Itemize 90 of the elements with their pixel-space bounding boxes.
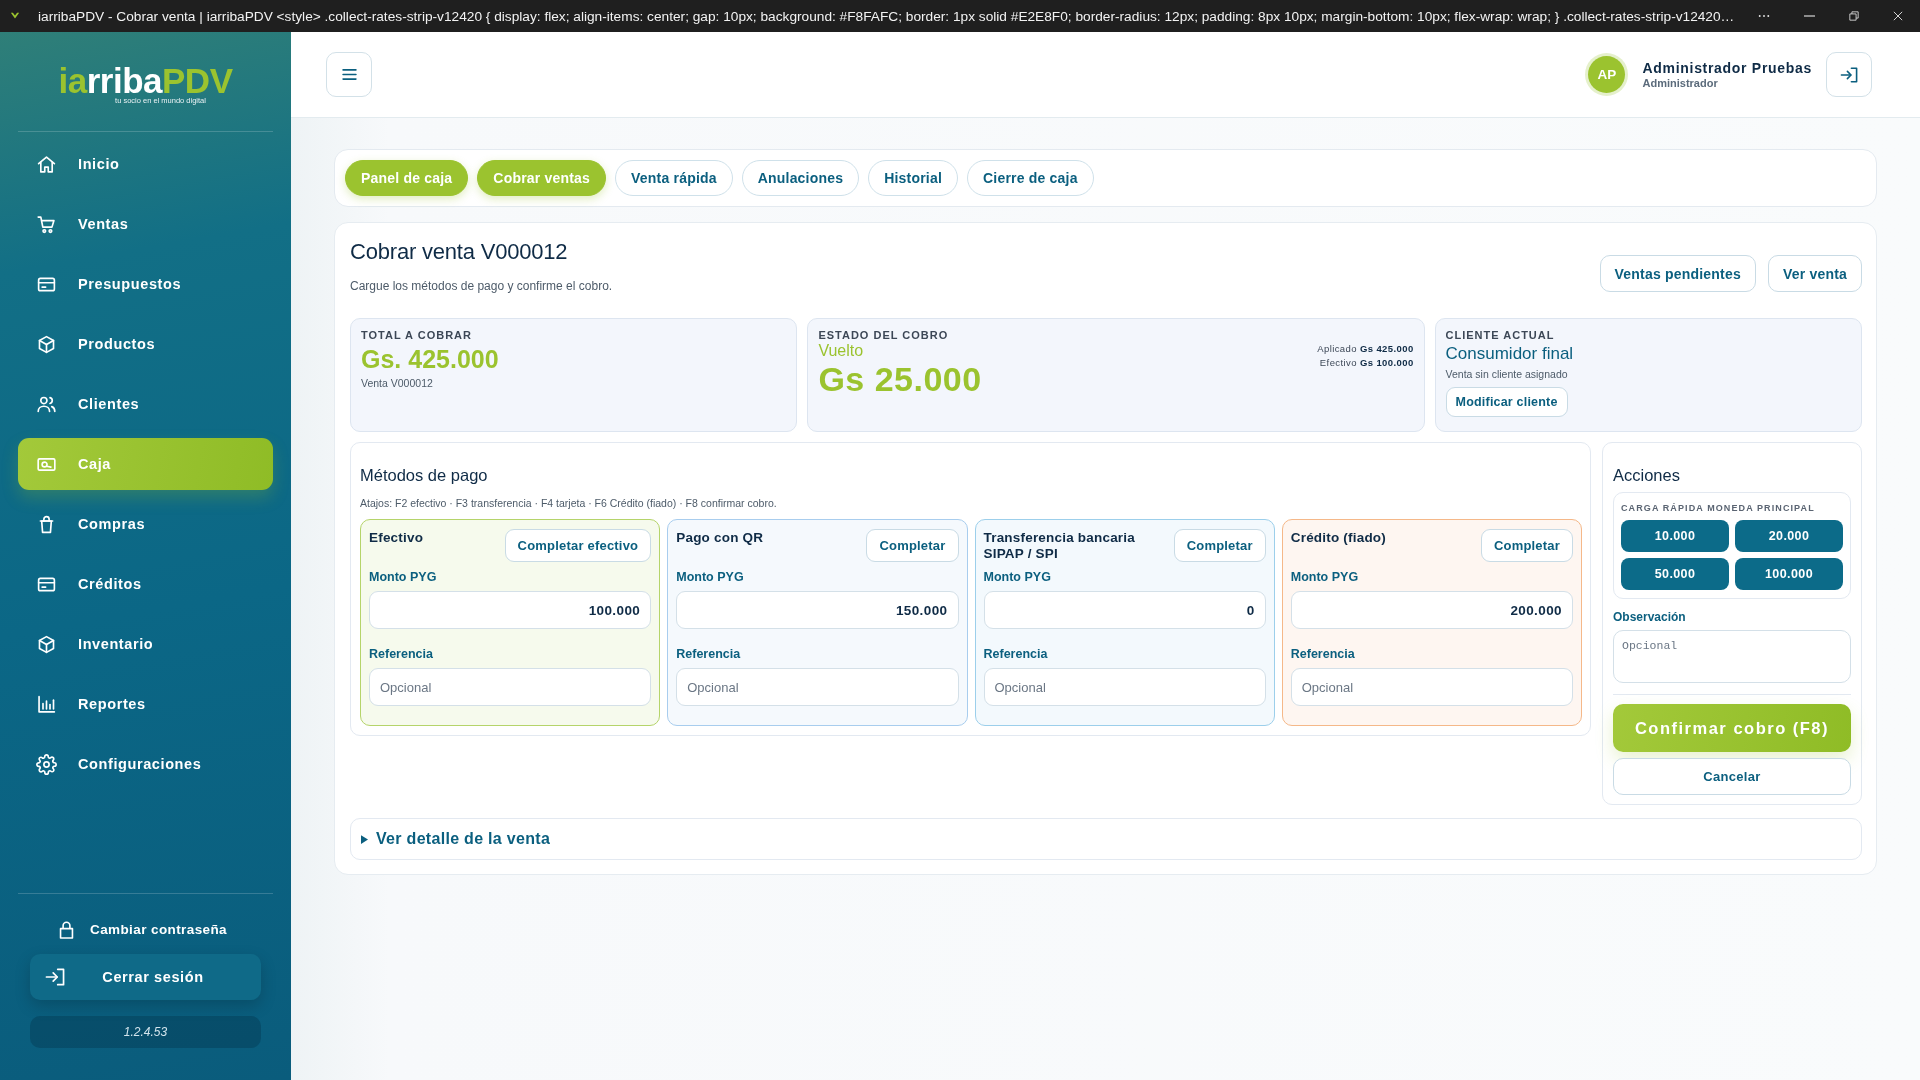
menu-icon bbox=[341, 69, 357, 80]
tab[interactable]: Anulaciones bbox=[741, 160, 860, 196]
sale-number: Venta V000012 bbox=[361, 376, 434, 390]
field-label: Monto PYG bbox=[1290, 570, 1360, 584]
method-name: Transferencia bancaria SIPAP / SPI bbox=[983, 529, 1136, 562]
nav-item[interactable]: Inventario bbox=[18, 618, 273, 670]
field-label: Monto PYG bbox=[369, 570, 438, 584]
modify-client-button[interactable]: Modificar cliente bbox=[1445, 387, 1568, 417]
logout-button[interactable]: Cerrar sesión bbox=[30, 954, 261, 1000]
nav-item[interactable]: Reportes bbox=[18, 678, 273, 730]
shortcuts-hint: Atajos: F2 efectivo · F3 transferencia · F4 tarjeta · F6 Crédito (fiado) · F8 confirmar cobro. bbox=[360, 496, 778, 510]
complete-button[interactable]: Completar efectivo bbox=[504, 529, 652, 562]
quick-amount-button[interactable]: 10.000 bbox=[1621, 520, 1729, 552]
user-avatar: AP bbox=[1588, 56, 1626, 93]
field-label: Referencia bbox=[983, 647, 1049, 661]
quick-amount-button[interactable]: 20.000 bbox=[1735, 520, 1843, 552]
user-name: Administrador Pruebas bbox=[1642, 60, 1812, 76]
field-label: Referencia bbox=[1290, 647, 1356, 661]
user-role: Administrador bbox=[1642, 77, 1719, 89]
logout-icon bbox=[45, 968, 65, 986]
lock-icon bbox=[58, 919, 75, 939]
restore-icon[interactable] bbox=[1849, 11, 1859, 21]
tab[interactable]: Cierre de caja bbox=[967, 160, 1094, 196]
page-title: Cobrar venta V000012 bbox=[350, 238, 569, 266]
nav-item[interactable]: Presupuestos bbox=[18, 258, 273, 310]
quick-load-label: CARGA RÁPIDA MONEDA PRINCIPAL bbox=[1621, 502, 1816, 514]
amount-field[interactable]: 200.000 bbox=[1290, 591, 1573, 629]
tab[interactable]: Historial bbox=[868, 160, 958, 196]
header-action-button[interactable]: Ventas pendientes bbox=[1599, 255, 1756, 292]
status-label: ESTADO DEL COBRO bbox=[818, 328, 950, 342]
bar-chart-icon bbox=[36, 693, 57, 715]
complete-button[interactable]: Completar bbox=[866, 529, 959, 562]
status-detail: Aplicado Gs 425.000 bbox=[1317, 342, 1414, 355]
complete-button[interactable]: Completar bbox=[1480, 529, 1573, 562]
change-password-link[interactable]: Cambiar contraseña bbox=[18, 905, 273, 953]
reference-field[interactable]: Opcional bbox=[983, 668, 1266, 706]
change-label: Vuelto bbox=[818, 342, 865, 360]
box-icon bbox=[36, 633, 57, 655]
reference-field[interactable]: Opcional bbox=[1290, 668, 1573, 706]
change-amount: Gs 25.000 bbox=[818, 360, 982, 398]
logo-wordmark: iarribaPDV bbox=[58, 62, 233, 99]
nav-item[interactable]: Compras bbox=[18, 498, 273, 550]
reference-field[interactable]: Opcional bbox=[676, 668, 959, 706]
cart-icon bbox=[36, 213, 57, 235]
cancel-button[interactable]: Cancelar bbox=[1613, 758, 1851, 795]
quick-amount-button[interactable]: 50.000 bbox=[1621, 558, 1729, 590]
nav-item[interactable]: Inicio bbox=[18, 138, 273, 190]
method-name: Efectivo bbox=[369, 529, 424, 546]
field-label: Observación bbox=[1613, 610, 1687, 624]
observation-field[interactable]: Opcional bbox=[1613, 630, 1851, 683]
more-icon[interactable] bbox=[1758, 14, 1770, 18]
total-label: TOTAL A COBRAR bbox=[361, 328, 473, 342]
home-icon bbox=[36, 153, 57, 175]
version-label: 1.2.4.53 bbox=[30, 1016, 261, 1048]
window-title: iarribaPDV - Cobrar venta | iarribaPDV <style> .collect-rates-strip-v12420 { display: flex; align-items: center; gap: 10px; background: #F8FAFC; border: 1px solid #E2E8F0; border-radius: 12px; padding: 8px 10px; margin-bottom: 10px; flex-wrap: wrap; } .collect-rates-strip-v12420… bbox=[38, 8, 1735, 24]
amount-field[interactable]: 150.000 bbox=[676, 591, 959, 629]
nav-item[interactable]: Clientes bbox=[18, 378, 273, 430]
logout-button[interactable] bbox=[1826, 52, 1872, 97]
page-subtitle: Cargue los métodos de pago y confirme el cobro. bbox=[350, 278, 613, 294]
client-note: Venta sin cliente asignado bbox=[1445, 367, 1569, 381]
nav-item[interactable]: Ventas bbox=[18, 198, 273, 250]
amount-field[interactable]: 0 bbox=[983, 591, 1266, 629]
complete-button[interactable]: Completar bbox=[1173, 529, 1266, 562]
field-label: Referencia bbox=[369, 647, 434, 661]
client-label: CLIENTE ACTUAL bbox=[1445, 328, 1556, 342]
status-detail: Efectivo Gs 100.000 bbox=[1319, 356, 1414, 369]
section-title: Acciones bbox=[1613, 465, 1681, 485]
menu-button[interactable] bbox=[326, 52, 372, 97]
reference-field[interactable]: Opcional bbox=[369, 668, 652, 706]
total-amount: Gs. 425.000 bbox=[361, 344, 500, 374]
nav-item[interactable]: Productos bbox=[18, 318, 273, 370]
tab[interactable]: Venta rápida bbox=[615, 160, 733, 196]
nav-item[interactable]: Configuraciones bbox=[18, 738, 273, 790]
method-name: Pago con QR bbox=[676, 529, 764, 546]
method-name: Crédito (fiado) bbox=[1290, 529, 1386, 546]
field-label: Monto PYG bbox=[983, 570, 1052, 584]
close-icon[interactable] bbox=[1893, 11, 1903, 21]
box-icon bbox=[36, 333, 57, 355]
settings-icon bbox=[36, 753, 57, 775]
client-name: Consumidor final bbox=[1445, 343, 1575, 365]
field-label: Monto PYG bbox=[676, 570, 745, 584]
logout-icon bbox=[1840, 66, 1858, 83]
app-logo-icon bbox=[10, 11, 20, 21]
amount-field[interactable]: 100.000 bbox=[369, 591, 652, 629]
nav-item[interactable]: Créditos bbox=[18, 558, 273, 610]
sale-detail-toggle[interactable]: Ver detalle de la venta bbox=[350, 818, 1862, 860]
field-label: Referencia bbox=[676, 647, 742, 661]
section-title: Métodos de pago bbox=[360, 465, 489, 485]
quick-amount-button[interactable]: 100.000 bbox=[1735, 558, 1843, 590]
header-action-button[interactable]: Ver venta bbox=[1767, 255, 1862, 292]
